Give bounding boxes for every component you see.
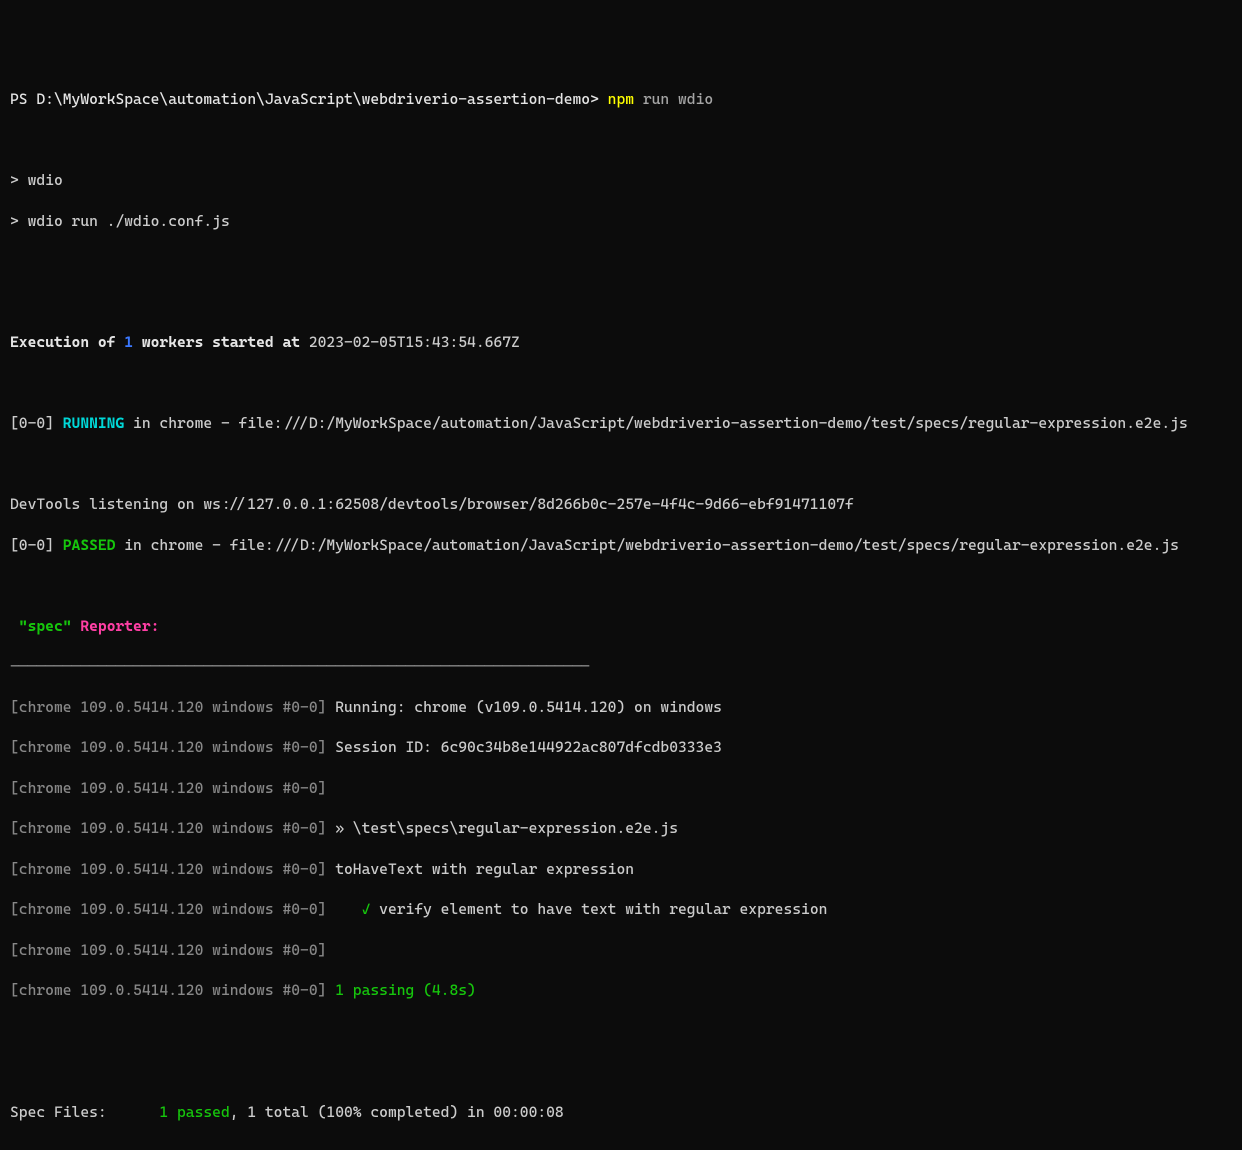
exec-prefix: Execution of xyxy=(10,333,124,351)
spec-prefix: [chrome 109.0.5414.120 windows #0-0] xyxy=(10,900,335,918)
running-detail: in chrome - file:///D:/MyWorkSpace/autom… xyxy=(124,414,1187,432)
spec-prefix: [chrome 109.0.5414.120 windows #0-0] xyxy=(10,698,335,716)
spec-file: » \test\specs\regular-expression.e2e.js xyxy=(335,819,678,837)
spec-prefix: [chrome 109.0.5414.120 windows #0-0] xyxy=(10,981,335,999)
blank-line xyxy=(10,130,1232,150)
passed-status: PASSED xyxy=(63,536,116,554)
echo-line-1: > wdio xyxy=(10,170,1232,190)
summary-line: Spec Files: 1 passed, 1 total (100% comp… xyxy=(10,1102,1232,1122)
blank-line xyxy=(10,1142,1232,1150)
blank-line xyxy=(10,292,1232,312)
running-status: RUNNING xyxy=(63,414,125,432)
command-npm: npm xyxy=(608,90,643,108)
summary-rest: , 1 total (100% completed) in 00:00:08 xyxy=(230,1103,564,1121)
blank-line xyxy=(10,575,1232,595)
spec-prefix: [chrome 109.0.5414.120 windows #0-0] xyxy=(10,738,335,756)
blank-line xyxy=(10,454,1232,474)
reporter-label: Reporter: xyxy=(72,617,160,635)
reporter-header: "spec" Reporter: xyxy=(10,616,1232,636)
spec-line-8: [chrome 109.0.5414.120 windows #0-0] 1 p… xyxy=(10,980,1232,1000)
echo-line-2: > wdio run ./wdio.conf.js xyxy=(10,211,1232,231)
summary-passed: 1 passed xyxy=(159,1103,229,1121)
spec-line-7: [chrome 109.0.5414.120 windows #0-0] xyxy=(10,940,1232,960)
passed-line: [0-0] PASSED in chrome - file:///D:/MyWo… xyxy=(10,535,1232,555)
check-icon: ✓ xyxy=(335,900,379,918)
spec-prefix: [chrome 109.0.5414.120 windows #0-0] xyxy=(10,779,335,797)
spec-line-2: [chrome 109.0.5414.120 windows #0-0] Ses… xyxy=(10,737,1232,757)
prompt-gt: > xyxy=(590,90,608,108)
spec-prefix: [chrome 109.0.5414.120 windows #0-0] xyxy=(10,860,335,878)
running-line: [0-0] RUNNING in chrome - file:///D:/MyW… xyxy=(10,413,1232,433)
spec-passing: 1 passing (4.8s) xyxy=(335,981,476,999)
execution-line: Execution of 1 workers started at 2023-0… xyxy=(10,332,1232,352)
blank-line xyxy=(10,1061,1232,1081)
worker-id: [0-0] xyxy=(10,536,63,554)
blank-line xyxy=(10,1021,1232,1041)
cwd-path: D:\MyWorkSpace\automation\JavaScript\web… xyxy=(36,90,590,108)
dashes-line: ----------------------------------------… xyxy=(10,656,1232,676)
spec-prefix: [chrome 109.0.5414.120 windows #0-0] xyxy=(10,941,335,959)
exec-count: 1 xyxy=(124,333,133,351)
spec-test: verify element to have text with regular… xyxy=(379,900,827,918)
summary-label: Spec Files: xyxy=(10,1103,159,1121)
ps-prefix: PS xyxy=(10,90,36,108)
blank-line xyxy=(10,251,1232,271)
devtools-line: DevTools listening on ws://127.0.0.1:625… xyxy=(10,494,1232,514)
spec-line-4: [chrome 109.0.5414.120 windows #0-0] » \… xyxy=(10,818,1232,838)
exec-mid: workers started at xyxy=(133,333,300,351)
spec-running: Running: chrome (v109.0.5414.120) on win… xyxy=(335,698,722,716)
spec-line-6: [chrome 109.0.5414.120 windows #0-0] ✓ v… xyxy=(10,899,1232,919)
worker-id: [0-0] xyxy=(10,414,63,432)
prompt-line-1[interactable]: PS D:\MyWorkSpace\automation\JavaScript\… xyxy=(10,89,1232,109)
passed-detail: in chrome - file:///D:/MyWorkSpace/autom… xyxy=(115,536,1178,554)
spec-suite: toHaveText with regular expression xyxy=(335,860,634,878)
spec-line-5: [chrome 109.0.5414.120 windows #0-0] toH… xyxy=(10,859,1232,879)
blank-line xyxy=(10,373,1232,393)
command-args: run wdio xyxy=(643,90,713,108)
spec-line-1: [chrome 109.0.5414.120 windows #0-0] Run… xyxy=(10,697,1232,717)
spec-line-3: [chrome 109.0.5414.120 windows #0-0] xyxy=(10,778,1232,798)
spec-session: Session ID: 6c90c34b8e144922ac807dfcdb03… xyxy=(335,738,722,756)
spec-prefix: [chrome 109.0.5414.120 windows #0-0] xyxy=(10,819,335,837)
exec-timestamp: 2023-02-05T15:43:54.667Z xyxy=(300,333,520,351)
reporter-spec: "spec" xyxy=(10,617,72,635)
